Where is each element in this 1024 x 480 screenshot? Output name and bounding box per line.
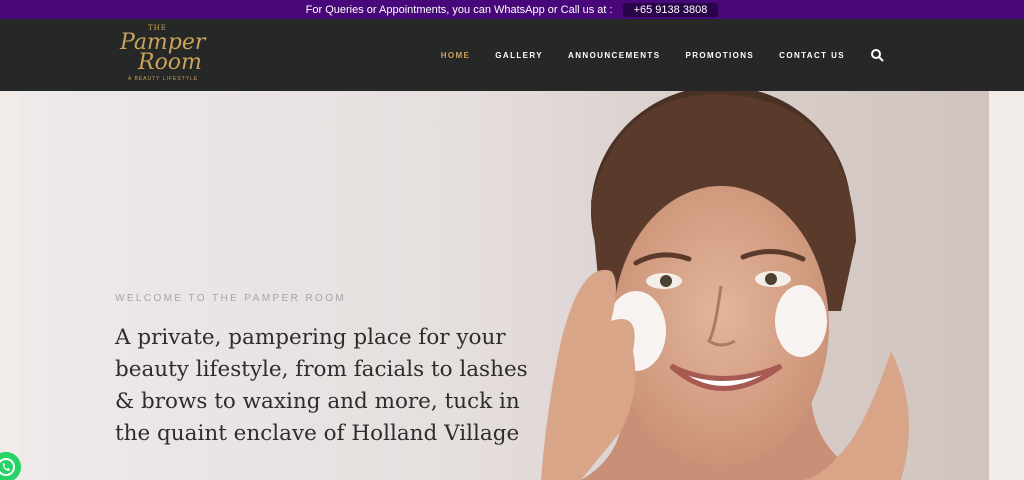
hero-banner: WELCOME TO THE PAMPER ROOM A private, pa… [21,91,989,480]
nav-home[interactable]: HOME [441,51,471,60]
hero-headline: A private, pampering place for your beau… [115,325,528,446]
nav-contact-us[interactable]: CONTACT US [779,51,845,60]
search-icon[interactable] [870,48,884,62]
nav-gallery[interactable]: GALLERY [495,51,543,60]
phone-number[interactable]: +65 9138 3808 [622,2,719,17]
announcement-bar: For Queries or Appointments, you can Wha… [0,0,1024,19]
whatsapp-chat-button[interactable] [0,452,21,480]
site-logo[interactable]: THE Pamper Room A BEAUTY LIFESTYLE [118,24,218,86]
logo-room: Room [138,50,202,75]
main-nav: HOME GALLERY ANNOUNCEMENTS PROMOTIONS CO… [441,19,884,91]
announcement-text: For Queries or Appointments, you can Wha… [305,3,613,16]
nav-promotions[interactable]: PROMOTIONS [685,51,754,60]
hero-eyebrow: WELCOME TO THE PAMPER ROOM [115,293,347,304]
whatsapp-icon [0,458,15,476]
nav-announcements[interactable]: ANNOUNCEMENTS [568,51,660,60]
header-navbar: THE Pamper Room A BEAUTY LIFESTYLE HOME … [0,19,1024,91]
logo-tagline: A BEAUTY LIFESTYLE [128,76,199,82]
